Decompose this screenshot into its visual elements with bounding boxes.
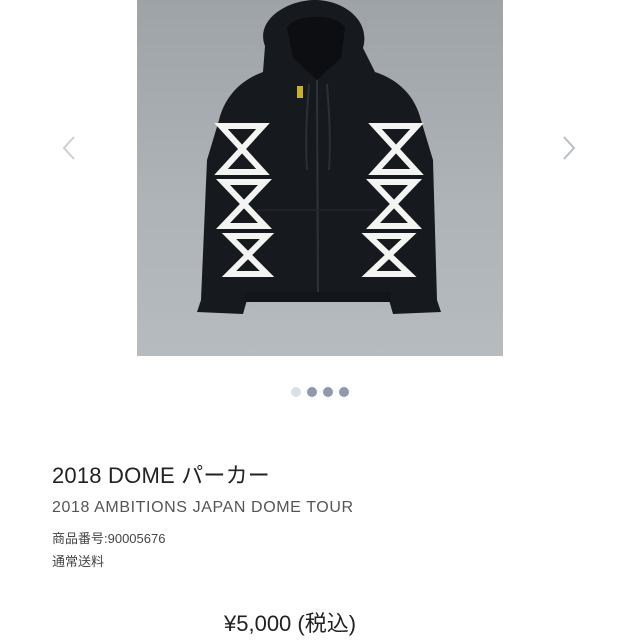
chevron-left-icon	[62, 136, 75, 160]
shipping-label: 通常送料	[52, 554, 105, 569]
chevron-right-icon	[563, 136, 576, 160]
hoodie-image	[197, 0, 441, 314]
carousel-dot[interactable]	[291, 387, 301, 397]
next-image-button[interactable]	[556, 128, 582, 168]
prev-image-button[interactable]	[56, 128, 82, 168]
carousel-dot[interactable]	[339, 387, 349, 397]
product-title: 2018 DOME パーカー	[52, 463, 270, 488]
product-photo[interactable]	[137, 0, 503, 356]
carousel-dot[interactable]	[323, 387, 333, 397]
product-price: ¥5,000 (税込)	[224, 611, 357, 636]
product-code: 商品番号:90005676	[52, 531, 166, 546]
product-subtitle: 2018 AMBITIONS JAPAN DOME TOUR	[52, 499, 354, 516]
carousel-dot[interactable]	[307, 387, 317, 397]
carousel-pagination	[0, 387, 640, 401]
product-image-carousel[interactable]	[0, 0, 640, 370]
